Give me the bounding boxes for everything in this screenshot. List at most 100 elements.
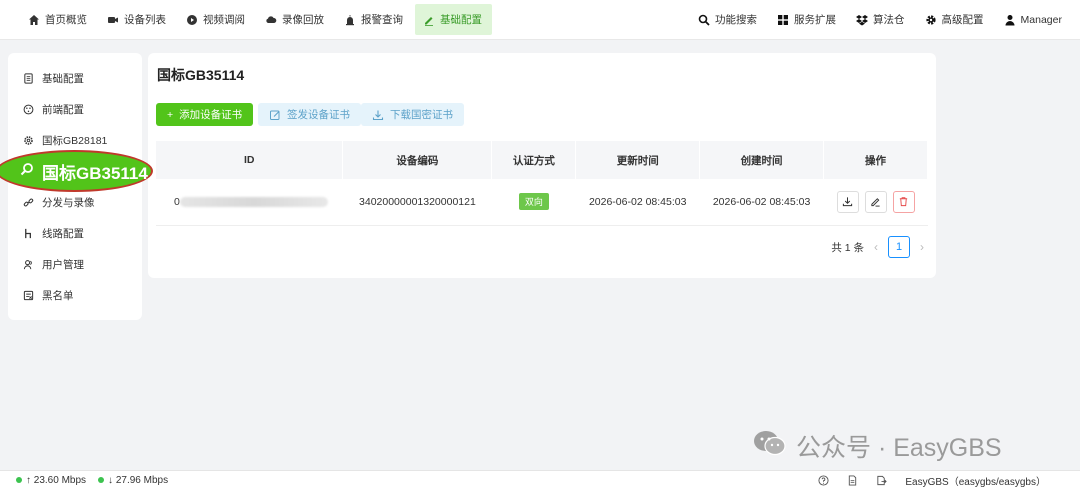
- column-header-auth-method: 认证方式: [491, 141, 577, 179]
- top-nav: 首页概览 设备列表 视频调阅 录像回放 报警查询 基础配置 功能搜索 服务扩展 …: [0, 0, 1080, 40]
- next-page-icon[interactable]: ›: [920, 240, 924, 254]
- main-card: 国标GB35114 + 添加设备证书 签发设备证书 下载国密证书 ID 设备编码…: [148, 53, 936, 278]
- nav-item-home[interactable]: 首页概览: [20, 4, 97, 35]
- nav-item-label: 录像回放: [282, 14, 324, 26]
- edit-row-button[interactable]: [864, 190, 887, 213]
- status-dot: [98, 477, 105, 483]
- nav-item-label: 报警查询: [361, 14, 403, 26]
- download-sm-certificate-button[interactable]: 下载国密证书: [361, 103, 464, 126]
- sidebar-item-label: 国标GB35114: [42, 163, 148, 183]
- home-icon: [28, 14, 40, 26]
- nav-item-extensions[interactable]: 服务扩展: [767, 4, 846, 35]
- nav-item-label: 服务扩展: [794, 14, 837, 26]
- sidebar-item-blacklist[interactable]: 黑名单: [22, 285, 74, 305]
- cell-id: 0: [156, 179, 343, 226]
- prev-page-icon[interactable]: ‹: [874, 240, 878, 254]
- edit-icon: [269, 109, 281, 121]
- sidebar-item-label: 用户管理: [42, 258, 84, 271]
- nav-item-label: 基础配置: [440, 14, 482, 26]
- document-icon: [22, 72, 34, 84]
- sidebar-item-gb35114[interactable]: 国标GB35114: [0, 150, 153, 192]
- status-right: EasyGBS（easygbs/easygbs）: [818, 473, 1046, 488]
- camera-icon: [107, 14, 119, 26]
- sidebar-item-gb28181[interactable]: 国标GB28181: [22, 130, 107, 150]
- button-label: 添加设备证书: [179, 109, 243, 121]
- cell-device-code: 34020000001320000121: [342, 179, 492, 226]
- search-icon: [20, 161, 34, 181]
- nav-right: 功能搜索 服务扩展 算法仓 高级配置 Manager: [688, 4, 1072, 35]
- cell-auth-method: 双向: [491, 179, 576, 226]
- button-label: 下载国密证书: [390, 109, 453, 121]
- sidebar-item-label: 国标GB28181: [42, 134, 108, 147]
- sidebar-item-user-management[interactable]: 用户管理: [22, 254, 84, 274]
- user-icon: [1004, 14, 1016, 26]
- page-number[interactable]: 1: [888, 236, 910, 258]
- cell-updated: 2026-06-02 08:45:03: [575, 179, 700, 226]
- nav-item-alarm[interactable]: 报警查询: [336, 4, 413, 35]
- link-icon: [22, 196, 34, 208]
- plus-icon: +: [167, 108, 174, 121]
- settings-icon: [22, 134, 34, 146]
- sidebar-item-frontend-config[interactable]: 前端配置: [22, 99, 84, 119]
- sidebar-item-label: 线路配置: [42, 227, 84, 240]
- download-rate-text: ↓ 27.96 Mbps: [108, 474, 169, 486]
- add-certificate-button[interactable]: + 添加设备证书: [156, 103, 254, 126]
- sidebar-item-distribution[interactable]: 分发与录像: [22, 192, 95, 212]
- upload-rate-text: ↑ 23.60 Mbps: [26, 474, 87, 486]
- nav-item-devices[interactable]: 设备列表: [99, 4, 176, 35]
- search-icon: [698, 14, 710, 26]
- nav-item-label: 算法仓: [873, 14, 905, 26]
- nav-item-label: 高级配置: [941, 14, 984, 26]
- column-header-id: ID: [156, 141, 344, 179]
- page-title: 国标GB35114: [157, 67, 245, 83]
- download-row-button[interactable]: [836, 190, 859, 213]
- nav-item-video[interactable]: 视频调阅: [178, 4, 255, 35]
- id-value: 0: [174, 195, 180, 208]
- sidebar-item-label: 黑名单: [42, 289, 74, 302]
- nav-left: 首页概览 设备列表 视频调阅 录像回放 报警查询 基础配置: [20, 4, 492, 35]
- users-icon: [22, 258, 34, 270]
- download-icon: [372, 109, 384, 121]
- nav-item-advanced[interactable]: 高级配置: [915, 4, 994, 35]
- nav-item-search[interactable]: 功能搜索: [688, 4, 767, 35]
- table-row: 0 34020000001320000121 双向 2026-06-02 08:…: [156, 179, 928, 226]
- download-rate: ↓ 27.96 Mbps: [98, 475, 168, 486]
- button-label: 签发设备证书: [287, 109, 350, 121]
- help-icon[interactable]: [818, 475, 829, 486]
- download-icon: [842, 197, 853, 207]
- document-icon[interactable]: [847, 475, 858, 486]
- redacted-id: [179, 196, 328, 207]
- column-header-updated: 更新时间: [575, 141, 701, 179]
- cell-actions: [823, 179, 928, 226]
- nav-item-user[interactable]: Manager: [994, 4, 1072, 35]
- blacklist-icon: [22, 289, 34, 301]
- table-header-row: ID 设备编码 认证方式 更新时间 创建时间 操作: [156, 141, 928, 179]
- sidebar-item-basic-config[interactable]: 基础配置: [22, 68, 84, 88]
- play-circle-icon: [186, 14, 198, 26]
- nav-item-label: 视频调阅: [203, 14, 245, 26]
- sidebar-item-label: 分发与录像: [42, 196, 95, 209]
- dropbox-icon: [856, 14, 869, 26]
- nav-item-label: Manager: [1020, 13, 1062, 26]
- delete-row-button[interactable]: [892, 190, 915, 213]
- auth-badge: 双向: [518, 193, 549, 211]
- alarm-icon: [344, 14, 356, 26]
- nav-item-basic-config[interactable]: 基础配置: [415, 4, 492, 35]
- row-actions: [824, 190, 928, 213]
- palette-icon: [22, 103, 34, 115]
- issue-certificate-button[interactable]: 签发设备证书: [258, 103, 361, 126]
- nav-item-algorithm[interactable]: 算法仓: [846, 4, 915, 35]
- nav-item-playback[interactable]: 录像回放: [257, 4, 334, 35]
- certificate-table: ID 设备编码 认证方式 更新时间 创建时间 操作 0 340200000013…: [156, 141, 928, 226]
- wechat-icon: [752, 429, 788, 464]
- nav-item-label: 首页概览: [45, 14, 87, 26]
- cloud-icon: [265, 14, 277, 26]
- status-bar: ↑ 23.60 Mbps ↓ 27.96 Mbps EasyGBS（easygb…: [0, 470, 1080, 489]
- route-icon: [22, 227, 34, 239]
- column-header-actions: 操作: [823, 141, 928, 179]
- export-icon[interactable]: [876, 475, 888, 486]
- nav-item-label: 功能搜索: [715, 14, 758, 26]
- cell-created: 2026-06-02 08:45:03: [699, 179, 824, 226]
- edit-icon: [871, 198, 880, 207]
- sidebar-item-route-config[interactable]: 线路配置: [22, 223, 84, 243]
